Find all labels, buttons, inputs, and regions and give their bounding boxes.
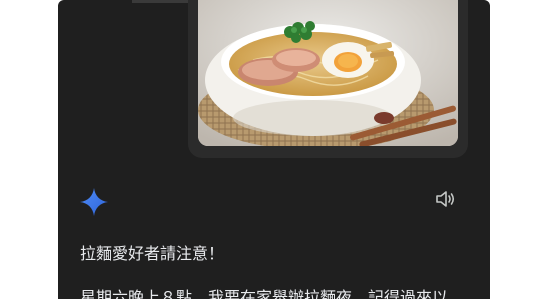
image-attachment-card[interactable] (188, 0, 468, 158)
ramen-photo[interactable] (198, 0, 458, 146)
chat-screen: 拉麵愛好者請注意！ 星期六晚上８點，我要在家舉辦拉麵夜。記得過來以 (58, 0, 490, 299)
response-body-text: 星期六晚上８點，我要在家舉辦拉麵夜。記得過來以 (80, 288, 449, 299)
speaker-icon[interactable] (434, 189, 456, 209)
response-heading: 拉麵愛好者請注意！ (80, 244, 225, 263)
gemini-sparkle-icon (78, 186, 110, 218)
